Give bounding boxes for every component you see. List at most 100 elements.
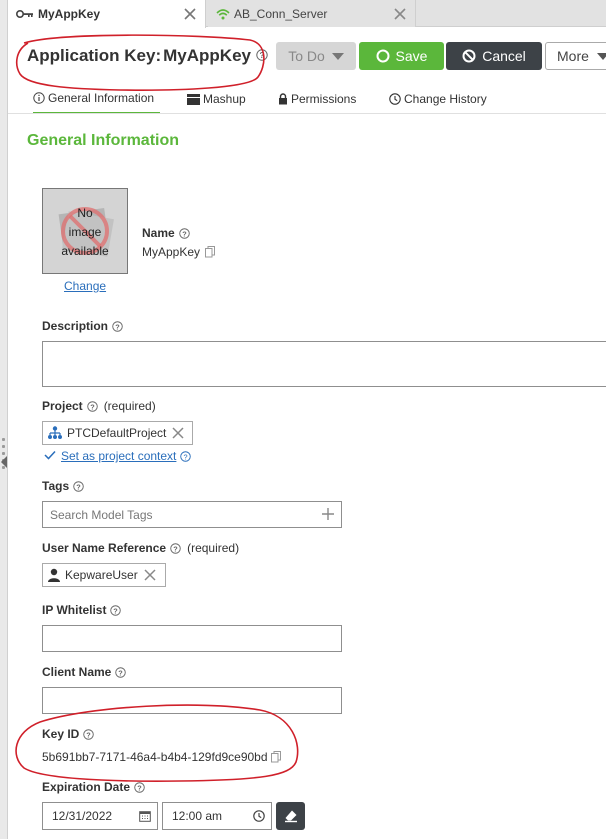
help-icon[interactable]: ? bbox=[112, 320, 123, 332]
clock-icon bbox=[389, 93, 401, 105]
svg-text:?: ? bbox=[90, 402, 95, 411]
svg-text:?: ? bbox=[184, 452, 188, 461]
clear-date-button[interactable] bbox=[276, 802, 305, 830]
todo-label: To Do bbox=[288, 48, 325, 64]
svg-text:?: ? bbox=[114, 606, 119, 615]
time-value: 12:00 am bbox=[172, 809, 223, 823]
lock-icon bbox=[278, 93, 288, 105]
required-note: (required) bbox=[103, 399, 156, 413]
title-name: MyAppKey bbox=[163, 46, 251, 65]
tab-label: AB_Conn_Server bbox=[234, 6, 328, 21]
help-icon[interactable]: ? bbox=[178, 227, 190, 239]
more-label: More bbox=[557, 48, 589, 64]
key-id-value: 5b691bb7-7171-46a4-b4b4-129fd9ce90bd bbox=[42, 750, 281, 764]
eraser-icon bbox=[284, 809, 298, 823]
no-image-text: No image available bbox=[61, 206, 109, 258]
tab-label: General Information bbox=[48, 91, 155, 105]
tab-label: Mashup bbox=[203, 92, 246, 106]
tab-ab-conn-server[interactable]: AB_Conn_Server bbox=[208, 0, 416, 27]
set-project-context-link[interactable]: Set as project context bbox=[61, 449, 176, 463]
svg-text:?: ? bbox=[173, 544, 178, 553]
user-chip[interactable]: KepwareUser bbox=[42, 563, 166, 587]
clock-icon[interactable] bbox=[253, 810, 265, 825]
svg-text:?: ? bbox=[87, 730, 92, 739]
entity-image: No image available bbox=[42, 188, 128, 274]
svg-text:?: ? bbox=[260, 51, 265, 60]
tab-label: MyAppKey bbox=[38, 7, 101, 21]
tags-search-input[interactable]: Search Model Tags bbox=[42, 501, 342, 528]
add-tag-icon[interactable] bbox=[321, 507, 335, 524]
tab-change-history[interactable]: Change History bbox=[389, 84, 487, 114]
expiration-date-label: Expiration Date ? bbox=[42, 780, 145, 794]
user-icon bbox=[47, 568, 61, 582]
date-value: 12/31/2022 bbox=[52, 809, 113, 823]
user-name-reference-label: User Name Reference ? (required) bbox=[42, 541, 240, 555]
help-icon[interactable]: ? bbox=[73, 480, 84, 492]
set-project-context[interactable]: Set as project context ? bbox=[44, 449, 192, 463]
left-rail bbox=[0, 0, 8, 839]
help-icon[interactable]: ? bbox=[86, 400, 98, 412]
tab-mashup[interactable]: Mashup bbox=[187, 84, 246, 114]
help-icon[interactable]: ? bbox=[134, 781, 145, 793]
tab-label: Change History bbox=[404, 92, 487, 106]
save-button[interactable]: Save bbox=[359, 42, 444, 70]
name-value: MyAppKey bbox=[142, 245, 216, 259]
help-icon[interactable]: ? bbox=[83, 728, 95, 740]
copy-icon[interactable] bbox=[270, 751, 281, 763]
project-chip-label: PTCDefaultProject bbox=[67, 426, 167, 440]
general-information-panel: General Information No image available C… bbox=[8, 114, 606, 839]
svg-text:?: ? bbox=[182, 229, 187, 238]
project-chip[interactable]: PTCDefaultProject bbox=[42, 421, 193, 445]
project-label: Project ? (required) bbox=[42, 399, 156, 413]
cancel-label: Cancel bbox=[482, 48, 526, 64]
user-chip-label: KepwareUser bbox=[65, 568, 138, 582]
help-icon[interactable]: ? bbox=[256, 46, 268, 66]
help-icon[interactable]: ? bbox=[110, 604, 122, 616]
ip-whitelist-input[interactable] bbox=[42, 625, 342, 652]
tab-general-information[interactable]: General Information bbox=[33, 84, 160, 114]
todo-button[interactable]: To Do bbox=[276, 42, 356, 70]
subtab-bar: General Information Mashup Permissions C… bbox=[8, 84, 606, 114]
calendar-icon[interactable] bbox=[139, 810, 151, 825]
help-icon[interactable]: ? bbox=[180, 450, 192, 462]
tags-placeholder: Search Model Tags bbox=[50, 508, 153, 522]
help-icon[interactable]: ? bbox=[115, 666, 127, 678]
tab-myappkey[interactable]: MyAppKey bbox=[8, 0, 206, 28]
copy-icon[interactable] bbox=[205, 246, 216, 258]
check-icon bbox=[44, 449, 56, 463]
remove-icon[interactable] bbox=[172, 427, 184, 439]
client-name-label: Client Name ? bbox=[42, 665, 127, 679]
entity-header: Application Key: MyAppKey ? To Do Save C… bbox=[8, 28, 606, 114]
save-label: Save bbox=[395, 48, 428, 64]
required-note: (required) bbox=[187, 541, 240, 555]
remove-icon[interactable] bbox=[144, 569, 156, 581]
tab-bar: MyAppKey AB_Conn_Server bbox=[8, 0, 606, 28]
tags-label: Tags ? bbox=[42, 479, 84, 493]
change-image-link[interactable]: Change bbox=[64, 279, 106, 293]
section-title: General Information bbox=[27, 132, 180, 149]
mashup-icon bbox=[187, 93, 200, 105]
circle-icon bbox=[376, 49, 390, 63]
project-tree-icon bbox=[47, 426, 63, 440]
description-textarea[interactable] bbox=[42, 341, 606, 387]
client-name-input[interactable] bbox=[42, 687, 342, 714]
help-icon[interactable]: ? bbox=[170, 542, 181, 554]
description-label: Description ? bbox=[42, 319, 123, 333]
key-icon bbox=[16, 9, 34, 19]
close-icon[interactable] bbox=[391, 5, 409, 23]
cancel-button[interactable]: Cancel bbox=[446, 42, 542, 70]
ip-whitelist-label: IP Whitelist ? bbox=[42, 603, 122, 617]
chevron-down-icon bbox=[596, 52, 606, 60]
close-icon[interactable] bbox=[181, 5, 199, 23]
more-button[interactable]: More bbox=[545, 42, 606, 70]
info-icon bbox=[33, 92, 45, 104]
expiration-time-input[interactable]: 12:00 am bbox=[162, 802, 272, 830]
ban-icon bbox=[462, 49, 476, 63]
expiration-date-input[interactable]: 12/31/2022 bbox=[42, 802, 158, 830]
collapse-arrow-icon[interactable] bbox=[1, 456, 7, 468]
tab-permissions[interactable]: Permissions bbox=[278, 84, 356, 114]
tab-label: Permissions bbox=[291, 92, 357, 106]
svg-text:?: ? bbox=[115, 322, 120, 331]
title-prefix: Application Key: bbox=[27, 46, 162, 65]
svg-text:?: ? bbox=[76, 482, 81, 491]
